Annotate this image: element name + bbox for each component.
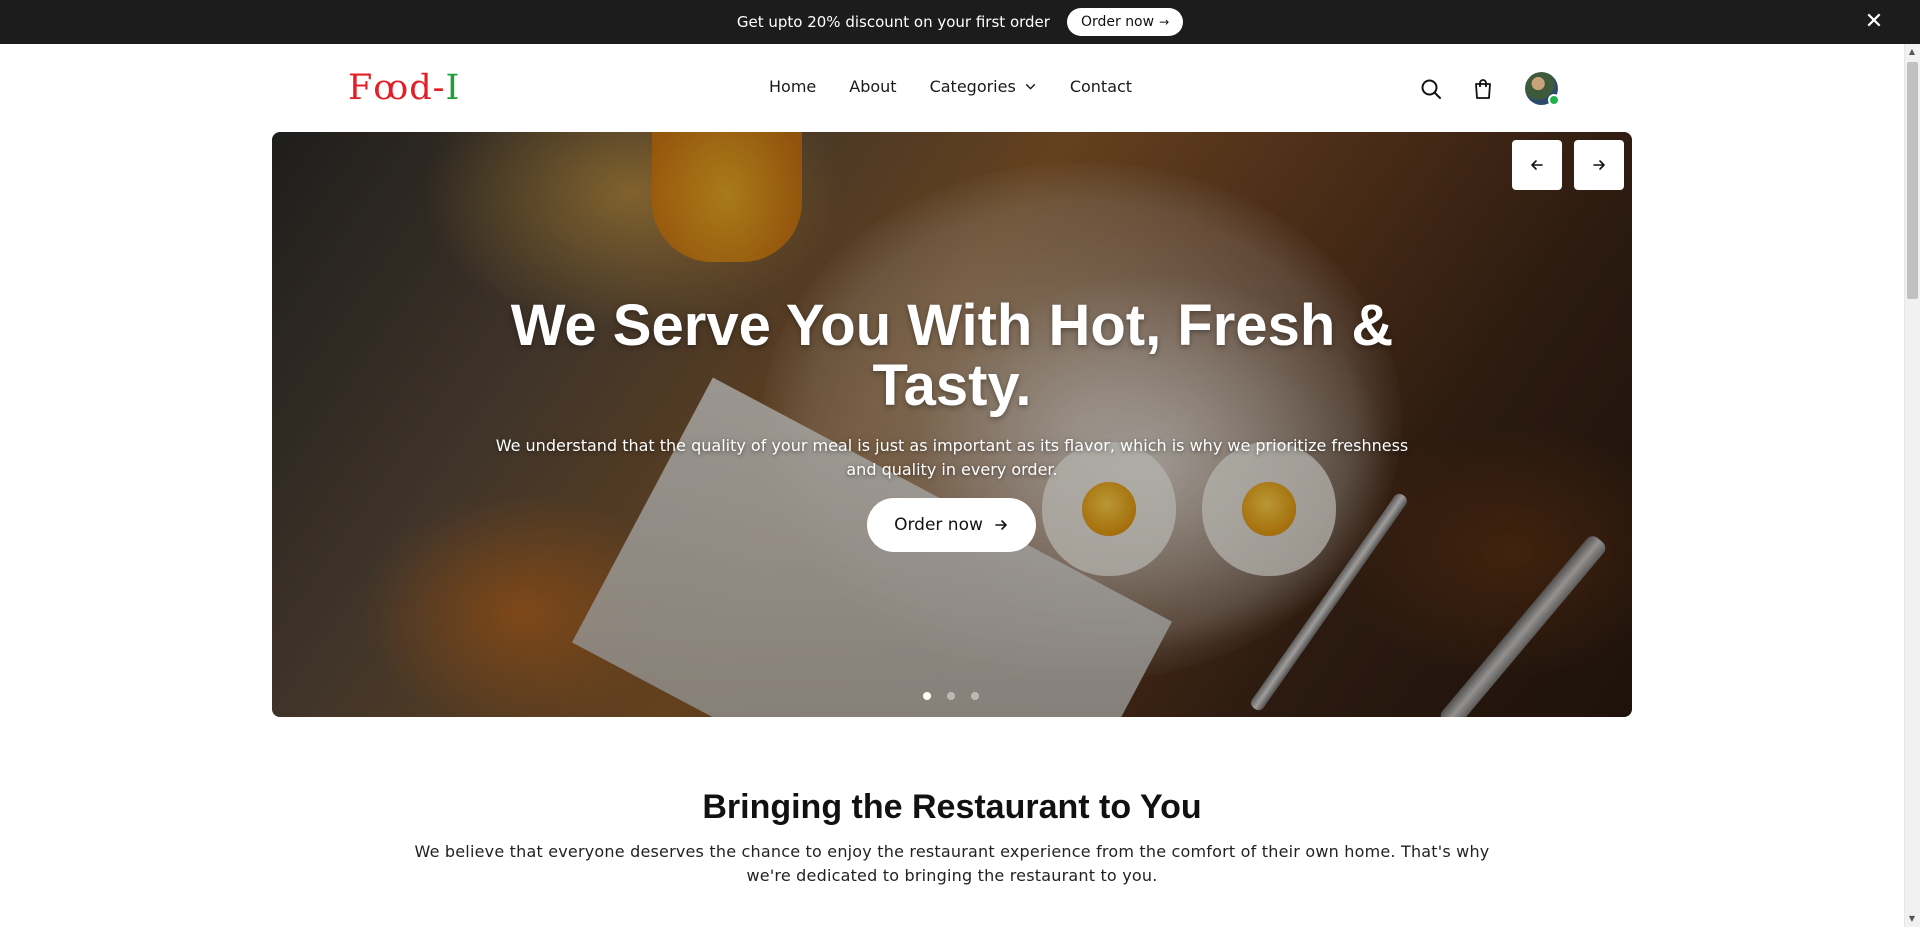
nav-item-about-label: About [849, 77, 897, 96]
hero-content: We Serve You With Hot, Fresh & Tasty. We… [272, 132, 1632, 717]
shopping-bag-icon[interactable] [1470, 76, 1496, 102]
logo-letters-oo: ꝏ [373, 68, 410, 108]
nav-item-contact-label: Contact [1069, 77, 1133, 96]
hero-title: We Serve You With Hot, Fresh & Tasty. [510, 293, 1394, 418]
nav-item-home-label: Home [769, 77, 817, 96]
hero-order-button[interactable]: Order now [867, 498, 1036, 552]
avatar[interactable] [1525, 72, 1560, 106]
site-header: Fꝏd-I Home About Categories Contact [0, 44, 1904, 132]
announcement-order-label: Order now [1080, 14, 1155, 30]
arrow-right-icon [1593, 160, 1605, 170]
hero-order-label: Order now [894, 515, 983, 535]
close-icon[interactable]: ✕ [1862, 10, 1886, 34]
slide-indicator-1[interactable] [923, 692, 931, 700]
nav-item-contact[interactable]: Contact [1070, 77, 1132, 96]
section-title: Bringing the Restaurant to You [702, 788, 1202, 826]
nav-item-categories[interactable]: Categories [930, 77, 1037, 96]
slide-indicators [923, 692, 979, 700]
section-text: We believe that everyone deserves the ch… [414, 842, 1490, 885]
hero-arrows [1512, 140, 1624, 190]
next-slide-button[interactable] [1574, 140, 1624, 190]
hero-slider: We Serve You With Hot, Fresh & Tasty. We… [272, 132, 1632, 717]
main-nav: Home About Categories Contact [769, 77, 1132, 96]
announcement-bar: Get upto 20% discount on your first orde… [0, 0, 1920, 44]
slide-indicator-3[interactable] [971, 692, 979, 700]
scroll-down-icon[interactable]: ▼ [1904, 911, 1920, 927]
search-icon[interactable] [1418, 76, 1444, 102]
announcement-order-button[interactable]: Order now → [1066, 8, 1184, 36]
arrow-left-icon [1531, 160, 1543, 170]
logo-letter-i: I [445, 68, 461, 108]
header-actions [1418, 72, 1560, 106]
chevron-down-icon [1025, 83, 1036, 90]
nav-item-about[interactable]: About [849, 77, 896, 96]
scrollbar-thumb[interactable] [1907, 62, 1918, 299]
announcement-text: Get upto 20% discount on your first orde… [736, 13, 1050, 31]
logo-letters-d: d- [409, 68, 446, 108]
online-status-dot [1548, 94, 1560, 106]
arrow-right-icon [995, 520, 1007, 530]
hero-subtitle: We understand that the quality of your m… [495, 436, 1409, 479]
nav-item-categories-label: Categories [929, 77, 1016, 96]
nav-item-home[interactable]: Home [769, 77, 816, 96]
arrow-right-icon: → [1159, 15, 1170, 29]
logo-letter-f: F [348, 68, 374, 108]
logo[interactable]: Fꝏd-I [348, 69, 460, 107]
previous-slide-button[interactable] [1512, 140, 1562, 190]
scroll-up-icon[interactable]: ▲ [1904, 44, 1920, 60]
slide-indicator-2[interactable] [947, 692, 955, 700]
